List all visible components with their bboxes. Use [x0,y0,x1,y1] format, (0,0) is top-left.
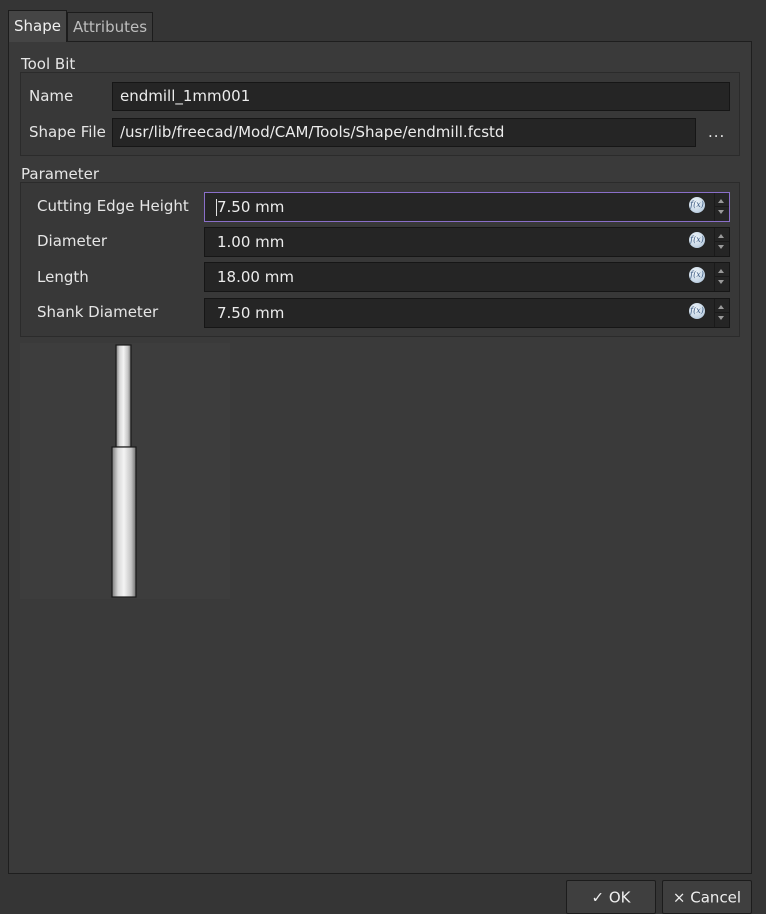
chevron-down-icon[interactable] [718,245,724,249]
chevron-down-icon[interactable] [718,280,724,284]
fx-icon[interactable]: f(x) [689,197,705,213]
tab-attributes[interactable]: Attributes [66,12,154,42]
cutting-edge-height-label: Cutting Edge Height [37,197,189,215]
fx-icon[interactable]: f(x) [689,303,705,319]
chevron-up-icon[interactable] [718,234,724,238]
ok-button-label: OK [608,888,631,907]
chevron-down-icon[interactable] [718,316,724,320]
spin-buttons[interactable] [714,228,729,256]
shank-diameter-label: Shank Diameter [37,303,159,321]
ok-button[interactable]: ✓ OK [566,880,656,914]
shape-file-input[interactable]: /usr/lib/freecad/Mod/CAM/Tools/Shape/end… [112,118,696,147]
chevron-up-icon[interactable] [718,199,724,203]
diameter-label: Diameter [37,232,108,250]
parameter-group-title: Parameter [21,165,100,183]
endmill-preview-image [111,344,137,598]
tool-shape-preview [20,343,230,599]
spin-buttons[interactable] [714,193,729,221]
x-icon: × [672,888,686,907]
cutting-edge-height-input[interactable]: 7.50 mm f(x) [204,192,730,222]
diameter-value: 1.00 mm [217,233,285,251]
length-value: 18.00 mm [217,268,294,286]
diameter-input[interactable]: 1.00 mm f(x) [204,227,730,257]
length-label: Length [37,268,89,286]
shape-file-label: Shape File [29,123,106,141]
name-label: Name [29,87,74,105]
spin-buttons[interactable] [714,299,729,327]
tab-shape[interactable]: Shape [8,10,67,42]
fx-icon[interactable]: f(x) [689,232,705,248]
chevron-up-icon[interactable] [718,269,724,273]
shank-diameter-value: 7.50 mm [217,304,285,322]
shank-diameter-input[interactable]: 7.50 mm f(x) [204,298,730,328]
chevron-down-icon[interactable] [718,210,724,214]
length-input[interactable]: 18.00 mm f(x) [204,262,730,292]
browse-shape-file-button[interactable]: ... [708,123,725,141]
cancel-button-label: Cancel [690,888,742,907]
fx-icon[interactable]: f(x) [689,267,705,283]
chevron-up-icon[interactable] [718,305,724,309]
check-icon: ✓ [591,888,605,907]
tab-bar: Shape Attributes [8,10,154,42]
tool-bit-group-title: Tool Bit [21,55,76,73]
cancel-button[interactable]: × Cancel [662,880,752,914]
name-input[interactable]: endmill_1mm001 [112,82,730,111]
cutting-edge-height-value: 7.50 mm [215,193,284,221]
spin-buttons[interactable] [714,263,729,291]
